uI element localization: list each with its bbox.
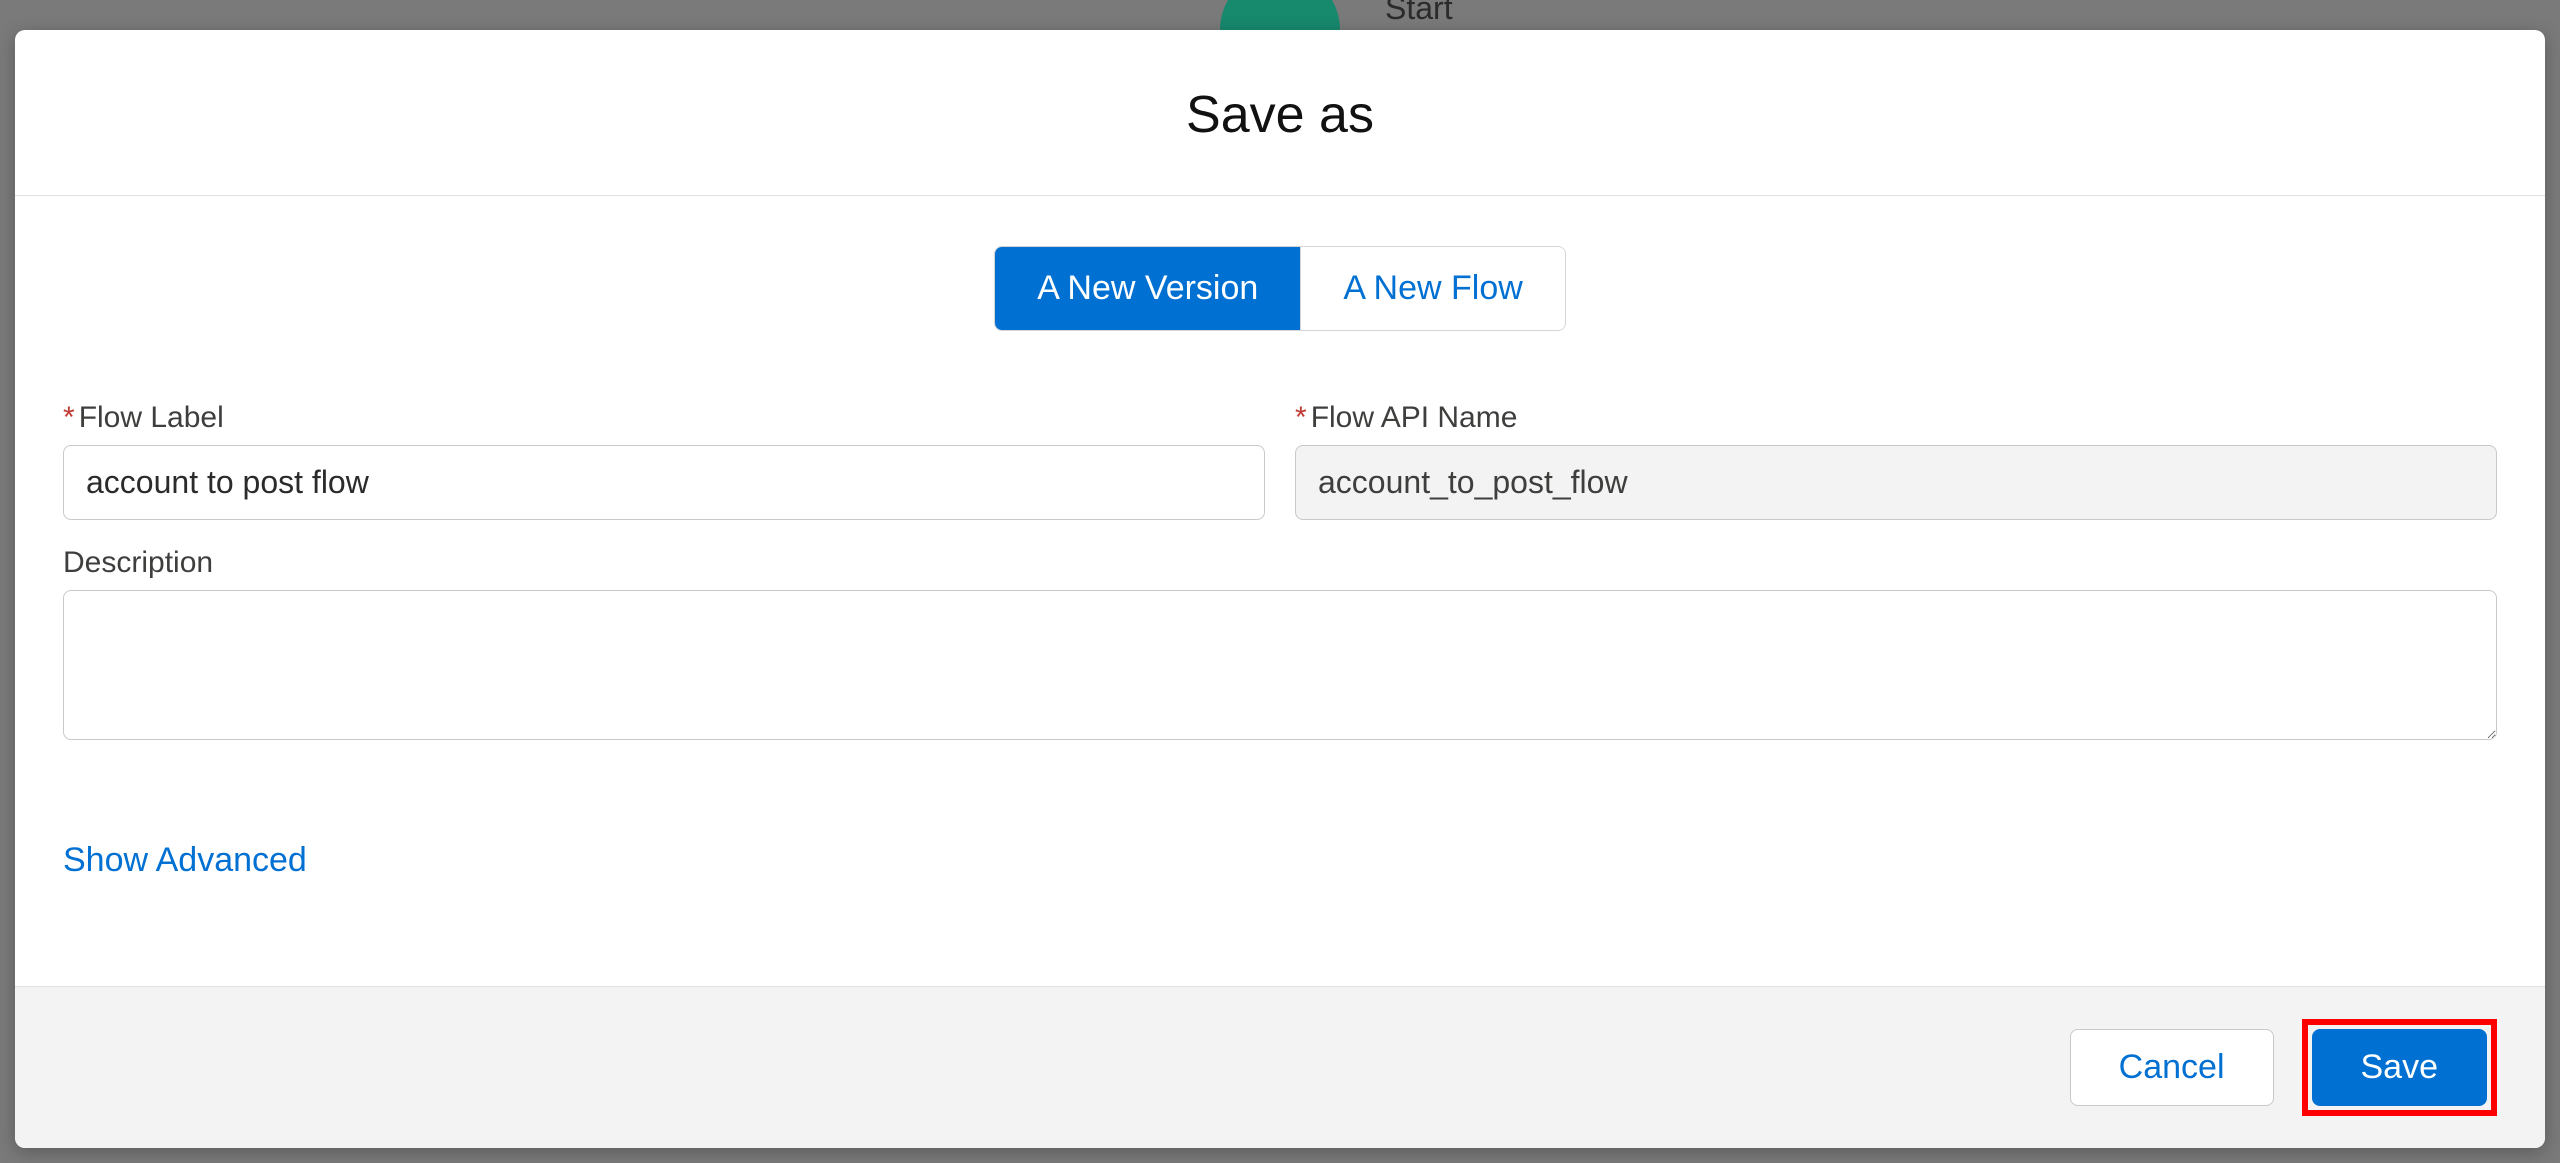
flow-api-name-label-text: Flow API Name xyxy=(1311,401,1518,434)
label-apiname-row: *Flow Label *Flow API Name xyxy=(63,401,2497,520)
modal-footer: Cancel Save xyxy=(15,986,2545,1148)
save-as-modal: Save as A New Version A New Flow *Flow L… xyxy=(15,30,2545,1148)
description-field: Description xyxy=(63,546,2497,745)
flow-label-field: *Flow Label xyxy=(63,401,1265,520)
start-node-shape xyxy=(1220,0,1340,30)
required-indicator-icon: * xyxy=(63,401,75,434)
description-row: Description xyxy=(63,546,2497,745)
save-type-segmented-wrap: A New Version A New Flow xyxy=(63,246,2497,331)
required-indicator-icon: * xyxy=(1295,401,1307,434)
flow-api-name-input[interactable] xyxy=(1295,445,2497,520)
modal-body: A New Version A New Flow *Flow Label *Fl… xyxy=(15,196,2545,986)
save-button[interactable]: Save xyxy=(2312,1029,2488,1106)
flow-label-label-text: Flow Label xyxy=(79,401,224,434)
start-node-label: Start xyxy=(1385,0,1453,27)
segmented-option-new-flow[interactable]: A New Flow xyxy=(1300,247,1565,330)
flow-label-input[interactable] xyxy=(63,445,1265,520)
cancel-button[interactable]: Cancel xyxy=(2070,1029,2274,1106)
save-button-highlight: Save xyxy=(2302,1019,2498,1116)
save-type-segmented: A New Version A New Flow xyxy=(994,246,1566,331)
flow-label-label: *Flow Label xyxy=(63,401,1265,435)
modal-header: Save as xyxy=(15,30,2545,196)
description-label: Description xyxy=(63,546,2497,580)
segmented-option-new-version[interactable]: A New Version xyxy=(995,247,1300,330)
description-textarea[interactable] xyxy=(63,590,2497,740)
flow-api-name-field: *Flow API Name xyxy=(1295,401,2497,520)
show-advanced-link[interactable]: Show Advanced xyxy=(63,841,307,880)
modal-title: Save as xyxy=(35,85,2525,145)
flow-api-name-label: *Flow API Name xyxy=(1295,401,2497,435)
